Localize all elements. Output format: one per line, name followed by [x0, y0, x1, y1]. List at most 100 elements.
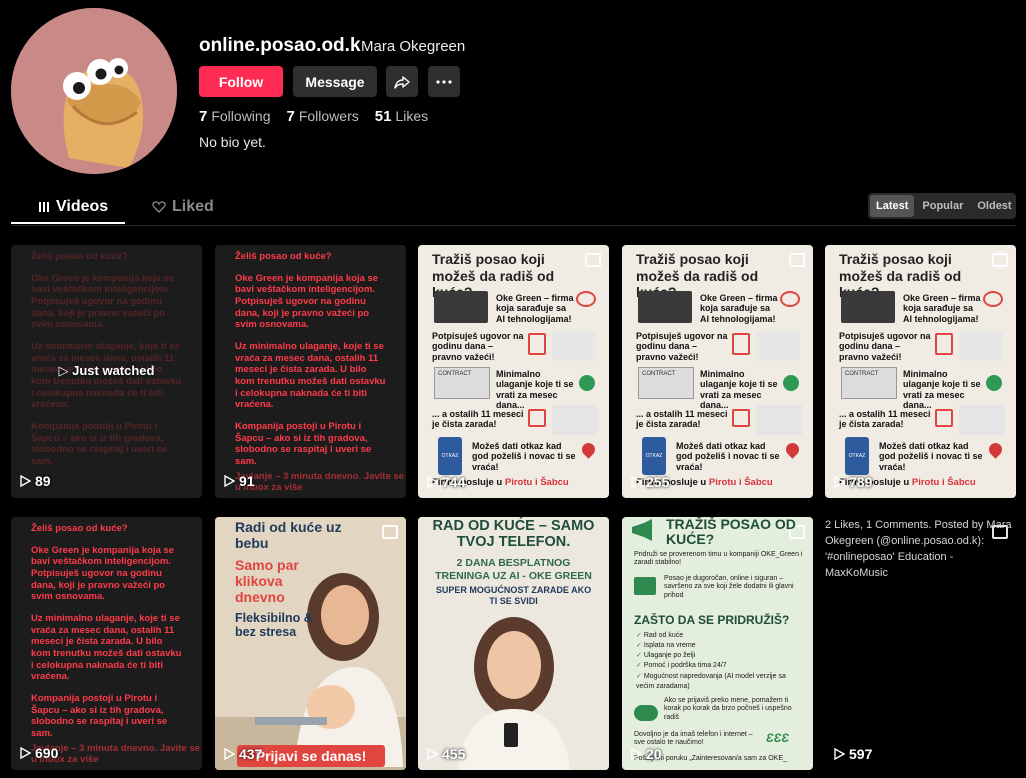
- post-text: Želiš posao od kuće?: [235, 251, 332, 262]
- document-icon: [935, 333, 953, 355]
- view-count: 91: [223, 473, 255, 490]
- infographic-row: Možeš dati otkaz kad god poželiš i novac…: [676, 441, 780, 472]
- video-card-7[interactable]: Radi od kuće uz bebu Samo par klikova dn…: [215, 517, 406, 770]
- infographic-row: ... a ostalih 11 meseci je čista zarada!: [636, 409, 728, 430]
- calendar-image: [552, 405, 598, 435]
- view-count: 455: [426, 746, 465, 762]
- view-count-value: 20: [646, 746, 662, 762]
- post-text: Uz minimalno ulaganje, koje ti se vraća …: [235, 341, 386, 411]
- handshake-icon: [634, 705, 658, 721]
- avatar[interactable]: [11, 8, 177, 174]
- grid-icon: [39, 202, 49, 212]
- contract-image: CONTRACT: [638, 367, 694, 399]
- infographic-row: Oke Green – firma koja sarađuje sa AI te…: [496, 293, 574, 324]
- view-count-value: 690: [35, 744, 59, 761]
- play-icon: [427, 476, 438, 488]
- view-count: 690: [19, 745, 58, 762]
- post-text: Kompanija postoji u Pirotu i Šapcu – ako…: [31, 421, 168, 468]
- photo-subline: Samo par klikova dnevno: [235, 557, 299, 606]
- display-name: Mara Okegreen: [361, 38, 466, 55]
- video-card-9[interactable]: TRAŽIŠ POSAO OD KUĆE? Pridruži se prover…: [622, 517, 813, 770]
- view-count: 437: [223, 746, 262, 762]
- tab-videos-label: Videos: [56, 198, 109, 215]
- view-count: 20: [630, 746, 662, 762]
- likes-label: Likes: [395, 108, 429, 124]
- post-text: Uz minimalno ulaganje, koje ti se vraća …: [31, 613, 182, 683]
- tabs-divider: [11, 225, 1016, 226]
- signing-image: [756, 331, 800, 361]
- follow-button[interactable]: Follow: [199, 66, 283, 97]
- benefit-text: Rad od kuće: [643, 632, 684, 639]
- photo-subline: 2 DANA BESPLATNOG TRENINGA UZ AI - OKE G…: [435, 557, 592, 582]
- video-card-8[interactable]: RAD OD KUĆE – SAMO TVOJ TELEFON. 2 DANA …: [418, 517, 609, 770]
- view-count: 255: [630, 474, 669, 490]
- tab-videos[interactable]: Videos: [38, 198, 108, 216]
- view-count-value: 437: [239, 746, 263, 762]
- list-item: ✓ Isplata na vreme: [636, 642, 696, 650]
- infographic-row: Možeš dati otkaz kad god poželiš i novac…: [472, 441, 576, 472]
- bio: No bio yet.: [199, 134, 266, 150]
- infographic-row: Potpisuješ ugovor na godinu dana – pravn…: [432, 331, 524, 362]
- play-icon: [20, 475, 31, 488]
- likes-count: 51: [374, 108, 392, 125]
- briefcase-icon: [634, 577, 656, 595]
- footer-cities: Pirotu i Šabcu: [911, 477, 976, 488]
- share-button[interactable]: [386, 66, 418, 97]
- tab-liked-label: Liked: [172, 198, 214, 215]
- video-text-content: Želiš posao od kuće? Oke Green je kompan…: [31, 251, 182, 468]
- view-count: 789: [833, 474, 872, 490]
- video-card-1[interactable]: Želiš posao od kuće? Oke Green je kompan…: [11, 245, 202, 498]
- post-text: Kompanija postoji u Pirotu i Šapcu – ako…: [31, 693, 168, 740]
- footer-cities: Pirotu i Šabcu: [708, 477, 773, 488]
- sort-popular[interactable]: Popular: [916, 195, 969, 217]
- video-card-2[interactable]: Želiš posao od kuće? Oke Green je kompan…: [215, 245, 406, 498]
- post-text-tail: Javlanje – 3 minuta dnevno. Javite se u …: [235, 470, 404, 494]
- play-icon: [20, 747, 31, 760]
- following-stat[interactable]: 7 Following: [199, 108, 270, 125]
- check-icon: [579, 375, 595, 391]
- post-text: Želiš posao od kuće?: [31, 523, 128, 534]
- footer-cities: Pirotu i Šabcu: [504, 477, 569, 488]
- woman-with-phone-photo: [418, 517, 609, 770]
- contract-image: CONTRACT: [434, 367, 490, 399]
- contract-label: CONTRACT: [845, 371, 879, 377]
- photo-text: Posao je dugoročan, online i siguran – s…: [664, 575, 794, 599]
- more-options-button[interactable]: [428, 66, 460, 97]
- view-count-value: 789: [849, 474, 873, 490]
- avatar-illustration: [11, 8, 177, 174]
- phone-label: OTKAZ: [645, 453, 663, 459]
- photo-subline: Fleksibilno & bez stresa: [235, 611, 313, 640]
- likes-stat: 51 Likes: [375, 108, 428, 125]
- video-card-5[interactable]: Tražiš posao koji možeš da radiš od kuće…: [825, 245, 1016, 498]
- video-card-4[interactable]: Tražiš posao koji možeš da radiš od kuće…: [622, 245, 813, 498]
- infographic-row: ... a ostalih 11 meseci je čista zarada!: [432, 409, 524, 430]
- map-pin-icon: [783, 440, 802, 459]
- map-pin-icon: [986, 440, 1005, 459]
- infographic-row: Oke Green – firma koja sarađuje sa AI te…: [700, 293, 778, 324]
- view-count: 89: [19, 473, 51, 490]
- check-icon: [986, 375, 1002, 391]
- megaphone-icon: [632, 519, 652, 541]
- mother-with-baby-photo: [215, 517, 406, 770]
- play-icon: [631, 476, 642, 488]
- active-tab-indicator: [11, 222, 125, 224]
- photo-subline: SUPER MOGUĆNOST ZARADE AKO TI SE SVIDI: [435, 585, 592, 606]
- post-text: Oke Green je kompanija koja se bavi vešt…: [31, 272, 175, 331]
- play-icon: [631, 748, 642, 760]
- view-count: 597: [833, 746, 872, 762]
- following-label: Following: [211, 108, 271, 124]
- post-text: Želiš posao od kuće?: [31, 251, 128, 262]
- message-button[interactable]: Message: [293, 66, 377, 97]
- benefit-text: Pomoć i podrška tima 24/7: [643, 662, 727, 670]
- tab-liked[interactable]: Liked: [152, 198, 214, 216]
- sort-oldest[interactable]: Oldest: [971, 195, 1017, 217]
- followers-stat[interactable]: 7 Followers: [286, 108, 358, 125]
- sort-latest[interactable]: Latest: [870, 195, 915, 217]
- brain-icon: [780, 291, 800, 307]
- video-card-6[interactable]: Želiš posao od kuće? Oke Green je kompan…: [11, 517, 202, 770]
- view-count: 744: [426, 474, 465, 490]
- list-item: ✓ Rad od kuće: [636, 632, 684, 639]
- benefit-text: Ulaganje po želji: [643, 652, 696, 660]
- video-card-3[interactable]: Tražiš posao koji možeš da radiš od kuće…: [418, 245, 609, 498]
- brain-icon: [576, 291, 596, 307]
